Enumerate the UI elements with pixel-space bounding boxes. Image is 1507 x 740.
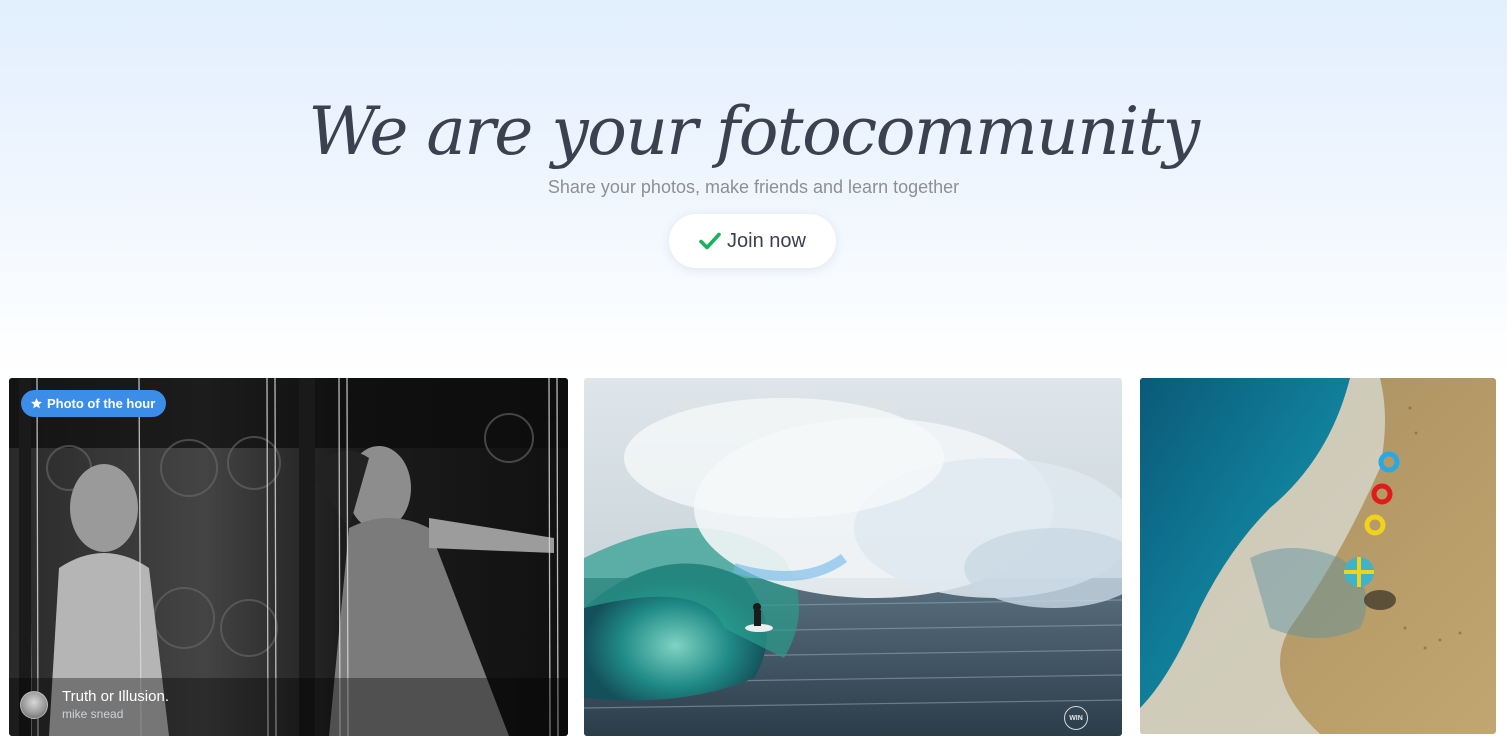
author-avatar[interactable] (20, 691, 48, 719)
hero-subtitle: Share your photos, make friends and lear… (547, 177, 960, 197)
checkmark-icon (699, 232, 721, 250)
photo-image-2 (584, 378, 1122, 736)
star-icon (31, 398, 42, 409)
badge-label: Photo of the hour (47, 396, 156, 411)
photo-credit: Truth or Illusion. mike snead (20, 688, 169, 722)
photo-of-the-hour-badge[interactable]: Photo of the hour (21, 390, 167, 417)
photo-title[interactable]: Truth or Illusion. (62, 688, 169, 706)
join-now-label: Join now (727, 229, 806, 252)
hero-title: We are your fotocommunity (308, 93, 1200, 170)
photo-image-3 (1140, 378, 1496, 734)
hero-section: We are your fotocommunity Share your pho… (0, 0, 1507, 378)
photo-card-2[interactable]: WIN (584, 378, 1122, 736)
photo-card-3[interactable] (1140, 378, 1496, 734)
photo-card-1[interactable]: Photo of the hour Truth or Illusion. mik… (9, 378, 568, 736)
photo-image-1 (9, 378, 568, 736)
watermark-logo: WIN (1064, 706, 1088, 730)
photo-author[interactable]: mike snead (62, 706, 169, 722)
join-now-button[interactable]: Join now (669, 214, 836, 268)
